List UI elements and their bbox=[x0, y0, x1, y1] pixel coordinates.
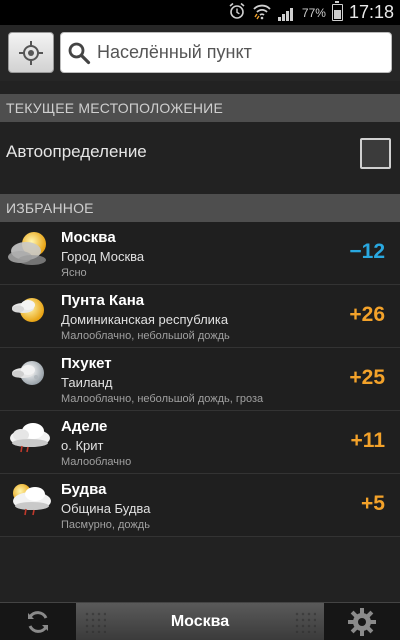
city-row[interactable]: Москва Город Москва Ясно −12 bbox=[0, 222, 400, 285]
battery-percent: 77% bbox=[301, 5, 326, 20]
clock: 17:18 bbox=[348, 2, 394, 22]
search-input[interactable] bbox=[97, 42, 377, 63]
city-temperature: −12 bbox=[349, 240, 385, 263]
city-temperature: +11 bbox=[350, 429, 385, 452]
city-region: Таиланд bbox=[61, 375, 113, 390]
bottom-bar: Москва bbox=[0, 602, 400, 640]
city-name: Будва bbox=[61, 481, 107, 498]
city-name: Москва bbox=[61, 229, 116, 246]
city-name: Пхукет bbox=[61, 355, 112, 372]
city-temperature: +26 bbox=[349, 303, 385, 326]
favorites-list: Москва Город Москва Ясно −12 Пунта Кана … bbox=[0, 222, 400, 537]
search-icon bbox=[67, 41, 91, 65]
alarm-icon bbox=[228, 2, 246, 23]
status-bar: 77% 17:18 bbox=[0, 0, 400, 25]
auto-detect-label: Автоопределение bbox=[6, 142, 147, 161]
refresh-button[interactable] bbox=[0, 603, 76, 640]
city-name: Пунта Кана bbox=[61, 292, 145, 309]
search-header bbox=[0, 25, 400, 81]
current-location-header: ТЕКУЩЕЕ МЕСТОПОЛОЖЕНИЕ bbox=[0, 94, 400, 122]
refresh-icon bbox=[28, 611, 48, 633]
gear-icon bbox=[348, 608, 376, 636]
city-row[interactable]: Аделе о. Крит Малооблачно +11 bbox=[0, 411, 400, 474]
battery-icon bbox=[331, 1, 343, 21]
signal-icon bbox=[277, 5, 296, 21]
grip-handle bbox=[84, 611, 106, 633]
city-condition: Ясно bbox=[61, 267, 87, 279]
city-temperature: +25 bbox=[349, 366, 385, 389]
moon-cloud-icon bbox=[12, 361, 44, 385]
auto-detect-checkbox[interactable] bbox=[360, 138, 391, 169]
city-condition: Малооблачно, небольшой дождь, гроза bbox=[61, 393, 264, 405]
city-region: Город Москва bbox=[61, 249, 145, 264]
grip-handle bbox=[294, 611, 316, 633]
city-condition: Пасмурно, дождь bbox=[61, 519, 150, 531]
wifi-icon bbox=[252, 2, 272, 23]
city-row[interactable]: Будва Община Будва Пасмурно, дождь +5 bbox=[0, 474, 400, 537]
city-region: Община Будва bbox=[61, 501, 151, 516]
night-fog-icon bbox=[8, 232, 46, 265]
city-condition: Малооблачно, небольшой дождь bbox=[61, 330, 230, 342]
city-region: о. Крит bbox=[61, 438, 104, 453]
favorites-header: ИЗБРАННОЕ bbox=[0, 194, 400, 222]
sun-cloud-rain-icon bbox=[13, 484, 51, 516]
city-temperature: +5 bbox=[361, 492, 385, 515]
search-field[interactable] bbox=[60, 32, 392, 73]
current-city-label: Москва bbox=[170, 613, 230, 630]
current-city-tab[interactable]: Москва bbox=[76, 603, 324, 640]
auto-detect-row[interactable]: Автоопределение bbox=[0, 122, 400, 184]
locate-button[interactable] bbox=[8, 32, 54, 73]
city-condition: Малооблачно bbox=[61, 456, 132, 468]
settings-button[interactable] bbox=[324, 603, 400, 640]
city-name: Аделе bbox=[61, 418, 108, 435]
city-region: Доминиканская республика bbox=[61, 312, 229, 327]
sun-cloud-icon bbox=[12, 298, 44, 322]
cloud-rain-icon bbox=[10, 423, 50, 453]
crosshair-icon bbox=[19, 40, 43, 65]
city-row[interactable]: Пунта Кана Доминиканская республика Мало… bbox=[0, 285, 400, 348]
city-row[interactable]: Пхукет Таиланд Малооблачно, небольшой до… bbox=[0, 348, 400, 411]
